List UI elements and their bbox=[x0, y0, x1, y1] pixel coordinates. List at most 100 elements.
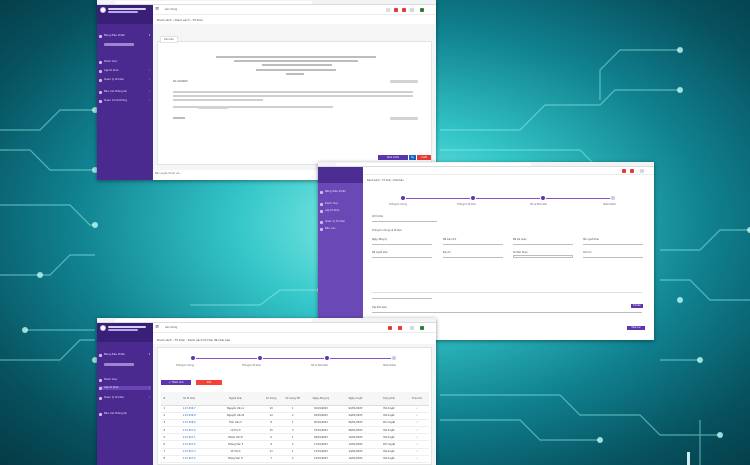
description-textarea[interactable] bbox=[372, 263, 642, 293]
table-row[interactable]: 5 1.23.457.1 Phạm Văn E 6 1 09/01/2023 10/01/2… bbox=[161, 433, 429, 442]
sidebar-item-dashboard[interactable]: Bảng điều khiển bbox=[320, 190, 361, 194]
table-row[interactable]: 4 1.23.457.0 Lê Thị D 15 3 07/01/2023 08/01/20… bbox=[161, 426, 429, 435]
sidebar-item-create[interactable]: Lập tờ khai › bbox=[99, 69, 151, 73]
address-input[interactable] bbox=[443, 255, 503, 258]
top-header bbox=[363, 167, 654, 175]
logo-icon bbox=[100, 7, 106, 13]
table-cell-f: 12/01/2023 bbox=[338, 440, 373, 449]
table-cell-h[interactable]: ✓ bbox=[405, 455, 429, 464]
sidebar-item-manage[interactable]: Quản lý tờ khai bbox=[320, 220, 361, 224]
sign-button[interactable]: Ký bbox=[409, 155, 416, 160]
table-cell-c: 7 bbox=[260, 455, 282, 464]
table-row[interactable]: 1 1.23.456.7 Nguyễn Văn A 10 1 01/01/2023 02/0… bbox=[161, 405, 429, 413]
table-cell-a: 1.23.457.3 bbox=[167, 448, 211, 456]
menu-icon[interactable]: ≡ bbox=[155, 7, 159, 12]
sidebar-item-catalog[interactable]: Danh mục bbox=[320, 202, 361, 206]
export-button[interactable]: Xuất bbox=[417, 155, 431, 160]
preview-button[interactable]: Xem trước bbox=[378, 155, 408, 160]
column-header: Số lượng HH bbox=[285, 396, 301, 400]
user-avatar[interactable] bbox=[410, 326, 414, 330]
user-avatar[interactable] bbox=[640, 169, 644, 173]
table-cell-f: 02/01/2023 bbox=[338, 405, 373, 413]
sidebar-item-label: Quản trị hệ thống bbox=[104, 99, 127, 102]
card-tab[interactable]: Văn bản bbox=[160, 36, 178, 43]
table-cell-h[interactable]: ✓ bbox=[405, 419, 429, 428]
table-row[interactable]: 3 1.23.456.9 Trần Văn C 8 1 05/01/2023 06/01/2… bbox=[161, 419, 429, 428]
message-icon[interactable] bbox=[402, 8, 406, 12]
flag-icon[interactable] bbox=[420, 8, 424, 12]
menu-icon[interactable]: ≡ bbox=[155, 325, 159, 330]
registration-date-input[interactable] bbox=[372, 242, 432, 245]
field-label: Số điện thoại bbox=[513, 251, 528, 254]
sidebar-item-create[interactable]: Lập tờ khai bbox=[320, 209, 361, 213]
sidebar-item-label: Lập tờ khai bbox=[104, 69, 119, 72]
table-cell-h[interactable]: ✓ bbox=[405, 412, 429, 420]
table-row[interactable]: 8 1.23.457.4 Đặng Văn H 7 2 15/01/2023 16/01/2… bbox=[161, 455, 429, 464]
table-cell-h[interactable]: ✓ bbox=[405, 433, 429, 442]
table-cell-h[interactable]: ✓ bbox=[405, 426, 429, 435]
notification-bell-icon[interactable] bbox=[622, 169, 626, 173]
table-cell-c: 15 bbox=[260, 426, 282, 435]
table-cell-h[interactable]: ✓ bbox=[405, 448, 429, 456]
table-cell-b: Phạm Văn E bbox=[210, 433, 261, 442]
notification-bell-icon[interactable] bbox=[388, 326, 392, 330]
sidebar-item-report[interactable]: Báo cáo thống kê › bbox=[99, 90, 151, 94]
step-4-dot bbox=[610, 195, 616, 201]
delete-button[interactable]: Xóa bbox=[196, 380, 222, 385]
sidebar-item-label: Danh mục bbox=[104, 378, 118, 381]
declaration-number-input[interactable] bbox=[372, 219, 437, 222]
table-row[interactable]: 6 1.23.457.2 Hoàng Văn F 9 2 11/01/2023 12/01/… bbox=[161, 440, 429, 449]
upload-button[interactable]: Tải lên bbox=[631, 304, 643, 308]
table-cell-h[interactable]: ✓ bbox=[405, 440, 429, 449]
document-number: Số: 02/2023 bbox=[173, 80, 188, 83]
section-title: Thông tin chung về tờ khai bbox=[372, 229, 402, 232]
declarant-code-input[interactable] bbox=[372, 255, 432, 258]
sidebar-item-manage[interactable]: Quản lý tờ khai › bbox=[99, 78, 151, 82]
chevron-right-icon: › bbox=[148, 69, 150, 72]
window-declaration-form: Bảng điều khiển Danh mục Lập tờ khai Quả… bbox=[318, 162, 654, 340]
main-content: Văn bản Số: 02/2023 Xem trước Ký Xuất bbox=[153, 24, 436, 170]
table-row[interactable]: 7 1.23.457.3 Võ Thị G 11 1 13/01/2023 14/01/20… bbox=[161, 448, 429, 456]
sidebar-item-label: Báo cáo thống kê bbox=[104, 412, 127, 415]
table-cell-c: 10 bbox=[260, 405, 282, 413]
type-code-input[interactable] bbox=[443, 242, 503, 245]
upload-field[interactable] bbox=[372, 310, 642, 313]
step-2-label: Thông tin tờ khai bbox=[242, 364, 261, 367]
chart-icon bbox=[99, 412, 102, 416]
sidebar-item-label: Danh mục bbox=[104, 60, 118, 63]
sidebar-item-admin[interactable]: Quản trị hệ thống › bbox=[99, 99, 151, 103]
sidebar-item-dashboard[interactable]: Bảng điều khiển ▾ bbox=[99, 34, 151, 38]
sidebar-item-manage[interactable]: Quản lý tờ khai › bbox=[99, 396, 151, 400]
table-cell-h[interactable]: ✓ bbox=[405, 405, 429, 413]
notification-bell-icon[interactable] bbox=[394, 8, 398, 12]
sidebar-item-catalog[interactable]: Danh mục bbox=[99, 378, 151, 382]
sidebar-item-catalog[interactable]: Danh mục bbox=[99, 60, 151, 64]
sidebar-item-dashboard[interactable]: Bảng điều khiển ▾ bbox=[99, 353, 151, 357]
phone-select[interactable] bbox=[513, 255, 573, 258]
user-avatar[interactable] bbox=[410, 8, 414, 12]
sidebar-item-label: Báo cáo bbox=[325, 227, 336, 230]
tab-label[interactable]: Lên dòng bbox=[165, 326, 177, 329]
tab-label[interactable]: Lên dòng bbox=[165, 8, 177, 11]
customs-code-input[interactable] bbox=[513, 242, 573, 245]
declaration-table: # Số tờ khai Người khai Số lượng Số lượn… bbox=[161, 392, 429, 465]
breadcrumb: Danh sách › Danh sách › Tờ khai bbox=[157, 18, 203, 22]
message-icon[interactable] bbox=[398, 326, 402, 330]
folder-icon bbox=[99, 396, 102, 400]
search-icon[interactable] bbox=[386, 8, 390, 12]
add-button[interactable]: + Thêm mới bbox=[161, 380, 191, 385]
sidebar-item-report[interactable]: Báo cáo thống kê bbox=[99, 412, 151, 416]
next-button[interactable]: Tiếp tục bbox=[627, 326, 645, 330]
table-row[interactable]: 2 1.23.456.8 Nguyễn Văn B 12 2 03/01/2023 04/0… bbox=[161, 412, 429, 420]
document-card: Văn bản Số: 02/2023 Xem trước Ký Xuất bbox=[157, 36, 432, 165]
table-cell-b: Lê Thị D bbox=[210, 426, 261, 435]
message-icon[interactable] bbox=[630, 169, 634, 173]
sidebar-item-create[interactable]: Lập tờ khai › bbox=[99, 386, 151, 390]
table-cell-g: Chờ duyệt bbox=[372, 419, 406, 428]
extra-input[interactable] bbox=[372, 296, 432, 299]
note-input[interactable] bbox=[583, 255, 643, 258]
declarant-name-input[interactable] bbox=[583, 242, 643, 245]
top-header: ≡ Lên dòng bbox=[153, 323, 436, 333]
flag-icon[interactable] bbox=[420, 326, 424, 330]
sidebar-item-report[interactable]: Báo cáo bbox=[320, 227, 361, 231]
